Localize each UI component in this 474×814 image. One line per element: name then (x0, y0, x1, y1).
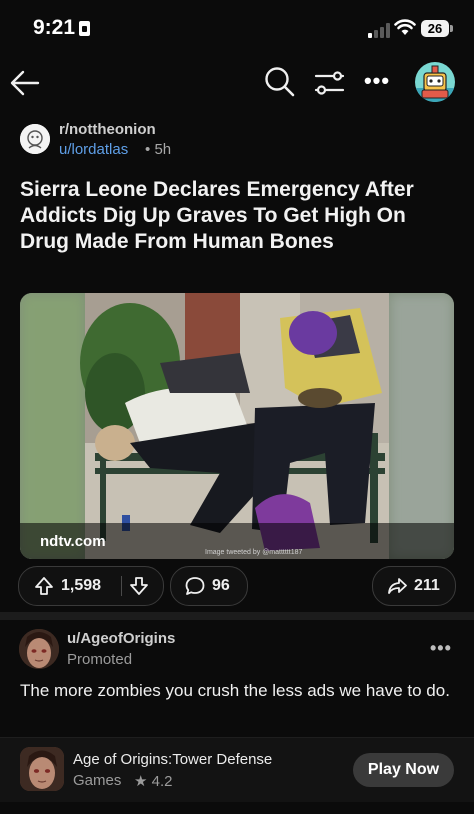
promoted-label: Promoted (67, 651, 133, 668)
search-icon[interactable] (262, 64, 296, 98)
post-title[interactable]: Sierra Leone Declares Emergency After Ad… (20, 177, 450, 255)
comment-count: 96 (212, 577, 230, 594)
advertiser-name[interactable]: u/AgeofOrigins (67, 630, 175, 647)
share-icon (388, 578, 407, 594)
comments-button[interactable]: 96 (170, 566, 248, 606)
upvote-count: 1,598 (61, 577, 102, 594)
post-age: • 5h (145, 141, 171, 158)
more-options-icon[interactable]: ••• (362, 68, 392, 98)
upvote-icon[interactable] (34, 576, 54, 596)
star-icon: ★ (134, 773, 148, 790)
wifi-icon (394, 19, 416, 35)
filter-icon[interactable] (312, 66, 346, 100)
image-credit: Image tweeted by @matttttt187 (205, 549, 303, 556)
share-button[interactable]: 211 (372, 566, 456, 606)
app-rating: ★ 4.2 (134, 772, 172, 790)
share-count: 211 (414, 577, 440, 594)
comment-icon (185, 577, 205, 595)
downvote-icon[interactable] (129, 576, 149, 596)
app-card[interactable]: Age of Origins:Tower Defense Games ★ 4.2… (0, 737, 474, 802)
post-divider (0, 612, 474, 620)
link-domain[interactable]: ndtv.com (40, 533, 106, 550)
vote-divider (121, 576, 122, 596)
subreddit-name[interactable]: r/nottheonion (59, 121, 156, 138)
vote-pill: 1,598 (18, 566, 164, 606)
post-age-text: 5h (154, 141, 172, 158)
app-icon (20, 747, 64, 791)
advertiser-avatar-icon[interactable] (19, 629, 59, 669)
app-name: Age of Origins:Tower Defense (73, 751, 273, 768)
play-now-button[interactable]: Play Now (353, 753, 454, 787)
subreddit-avatar-icon[interactable] (20, 124, 50, 154)
ad-text[interactable]: The more zombies you crush the less ads … (20, 679, 460, 702)
user-avatar-icon[interactable] (415, 62, 455, 102)
battery-level: 26 (421, 20, 449, 37)
app-rating-value: 4.2 (151, 773, 173, 790)
post-image[interactable]: ndtv.com Image tweeted by @matttttt187 (20, 293, 454, 559)
app-category: Games (73, 772, 122, 789)
orientation-lock-icon (79, 21, 90, 36)
back-arrow-icon[interactable] (8, 66, 42, 100)
status-time: 9:21 (33, 16, 76, 39)
post-author[interactable]: u/lordatlas (59, 141, 128, 158)
battery-tip (450, 25, 453, 32)
ad-more-options-icon[interactable]: ••• (430, 638, 452, 659)
signal-icon (368, 22, 390, 38)
separator-dot: • (145, 141, 151, 158)
